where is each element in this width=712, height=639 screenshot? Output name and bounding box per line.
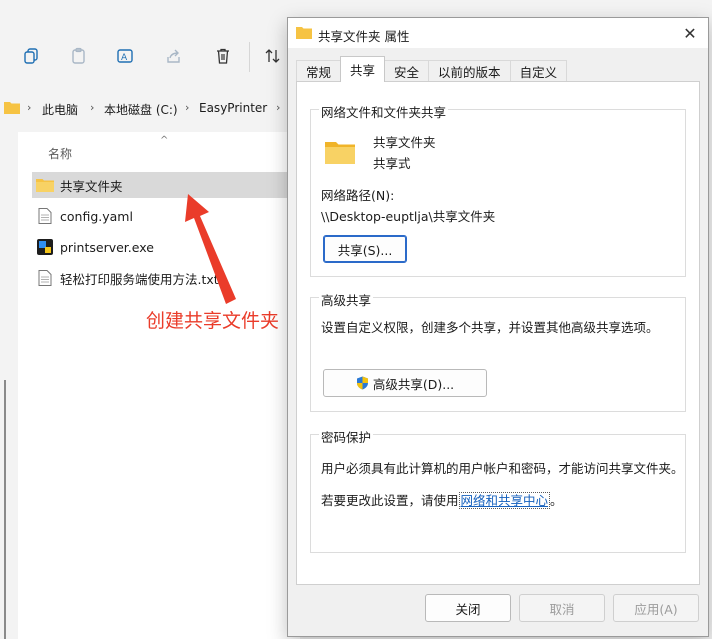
annotation-label: 创建共享文件夹: [146, 310, 280, 332]
address-bar[interactable]: › 此电脑 › 本地磁盘 (C:) › EasyPrinter ›: [0, 96, 300, 122]
tab-previous-versions[interactable]: 以前的版本: [428, 60, 511, 82]
file-name: config.yaml: [60, 208, 133, 224]
group-label: 网络文件和文件夹共享: [319, 102, 449, 121]
sort-icon[interactable]: [259, 42, 287, 70]
breadcrumb-this-pc[interactable]: 此电脑: [42, 101, 78, 118]
tab-customize[interactable]: 自定义: [509, 60, 568, 82]
application-icon: [36, 239, 54, 255]
folder-icon: [4, 100, 20, 117]
advanced-sharing-description: 设置自定义权限，创建多个共享，并设置其他高级共享选项。: [321, 320, 659, 335]
delete-icon[interactable]: [209, 42, 237, 70]
advanced-sharing-group: 高级共享 设置自定义权限，创建多个共享，并设置其他高级共享选项。 高级共享(D)…: [310, 290, 686, 412]
sort-ascending-icon: ^: [160, 135, 169, 146]
chevron-right-icon: ›: [185, 101, 190, 114]
group-label: 密码保护: [319, 427, 374, 446]
change-setting-suffix: 。: [550, 493, 563, 508]
uac-shield-icon: [356, 376, 369, 390]
advanced-sharing-button[interactable]: 高级共享(D)...: [323, 369, 487, 397]
file-name: printserver.exe: [60, 239, 154, 255]
tab-strip: 常规 共享 安全 以前的版本 自定义: [296, 56, 568, 82]
file-row-readme[interactable]: 轻松打印服务端使用方法.txt: [32, 265, 290, 291]
file-row-printserver[interactable]: printserver.exe: [32, 234, 290, 260]
scrollbar-thumb[interactable]: [4, 380, 6, 639]
network-path-label: 网络路径(N):: [321, 188, 395, 203]
tab-security[interactable]: 安全: [384, 60, 430, 82]
paste-icon[interactable]: [65, 42, 93, 70]
tab-general[interactable]: 常规: [296, 60, 342, 82]
command-bar: A: [0, 28, 300, 84]
close-button[interactable]: 关闭: [425, 594, 511, 622]
file-row-config[interactable]: config.yaml: [32, 203, 290, 229]
network-sharing-group: 网络文件和文件夹共享 共享文件夹 共享式 网络路径(N): \\Desktop-…: [310, 102, 686, 277]
network-sharing-center-link[interactable]: 网络和共享中心: [458, 492, 551, 509]
rename-icon[interactable]: A: [112, 42, 140, 70]
password-protection-description: 用户必须具有此计算机的用户帐户和密码，才能访问共享文件夹。: [321, 461, 684, 476]
chevron-right-icon: ›: [27, 101, 32, 114]
folder-icon: [296, 26, 312, 42]
folder-name: 共享文件夹: [373, 135, 436, 150]
document-icon: [36, 270, 54, 286]
breadcrumb-easyprinter[interactable]: EasyPrinter: [199, 101, 267, 115]
change-setting-prefix: 若要更改此设置，请使用: [321, 493, 459, 508]
copy-icon[interactable]: [17, 42, 45, 70]
group-label: 高级共享: [319, 290, 374, 309]
file-row-shared-folder[interactable]: 共享文件夹: [32, 172, 290, 198]
document-icon: [36, 208, 54, 224]
change-setting-text: 若要更改此设置，请使用 网络和共享中心。: [321, 490, 563, 509]
sharing-tab-panel: 网络文件和文件夹共享 共享文件夹 共享式 网络路径(N): \\Desktop-…: [296, 81, 700, 585]
share-state: 共享式: [373, 156, 411, 171]
breadcrumb-local-disk[interactable]: 本地磁盘 (C:): [104, 101, 178, 118]
dialog-title: 共享文件夹 属性: [318, 29, 410, 44]
toolbar-divider: [249, 42, 250, 72]
chevron-right-icon: ›: [90, 101, 95, 114]
cancel-button[interactable]: 取消: [519, 594, 605, 622]
dialog-titlebar[interactable]: 共享文件夹 属性 ✕: [288, 18, 708, 48]
password-protection-group: 密码保护 用户必须具有此计算机的用户帐户和密码，才能访问共享文件夹。 若要更改此…: [310, 427, 686, 553]
folder-icon: [36, 177, 54, 193]
close-icon[interactable]: ✕: [678, 22, 702, 44]
navigation-pane-edge: [0, 132, 18, 639]
svg-text:A: A: [121, 53, 128, 63]
share-icon[interactable]: [160, 42, 188, 70]
chevron-right-icon: ›: [276, 101, 281, 114]
file-name: 共享文件夹: [60, 178, 123, 194]
share-button[interactable]: 共享(S)...: [323, 235, 407, 263]
tab-sharing[interactable]: 共享: [340, 56, 386, 82]
properties-dialog: 共享文件夹 属性 ✕ 常规 共享 安全 以前的版本 自定义 网络文件和文件夹共享…: [287, 17, 709, 637]
folder-icon: [325, 140, 355, 167]
column-header-name[interactable]: 名称: [48, 145, 72, 162]
advanced-sharing-button-label: 高级共享(D)...: [372, 376, 455, 392]
file-name: 轻松打印服务端使用方法.txt: [60, 271, 219, 287]
network-path-value: \\Desktop-euptlja\共享文件夹: [321, 209, 496, 224]
apply-button[interactable]: 应用(A): [613, 594, 699, 622]
